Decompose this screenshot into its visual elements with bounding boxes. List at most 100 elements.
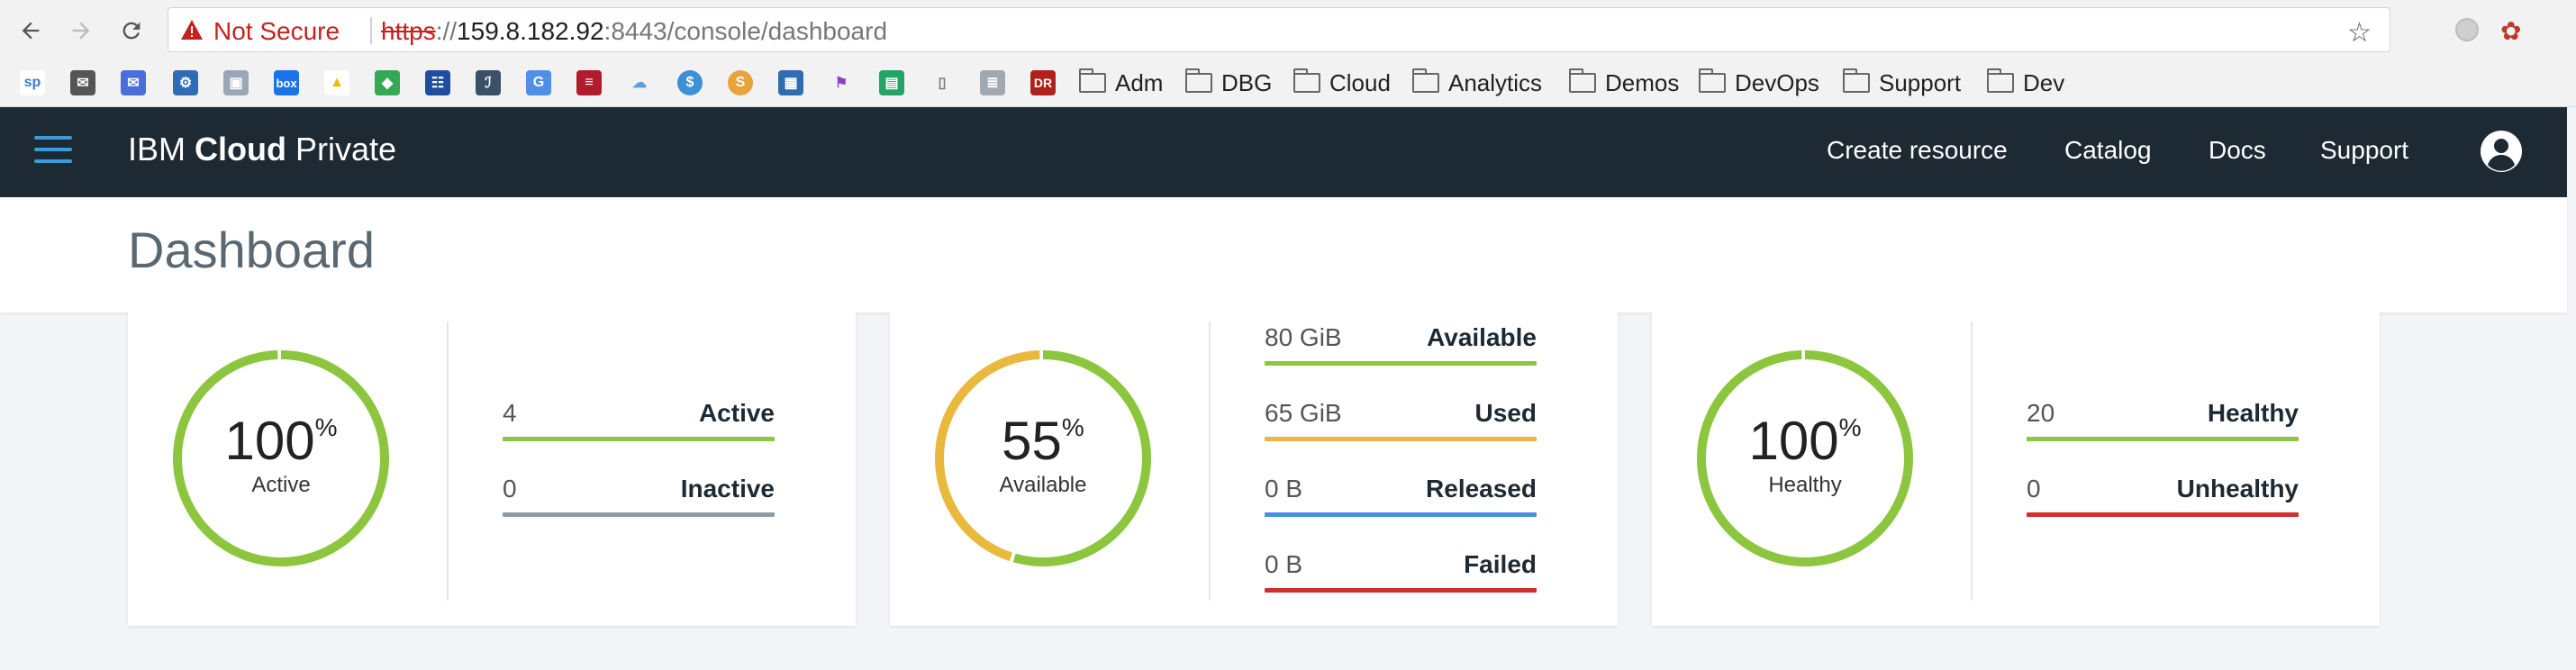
percent-value: 100% [169,410,393,472]
folder-icon [1293,68,1320,93]
network-icon[interactable]: ⚙ [173,70,198,95]
stat-value: 20 [2027,399,2055,427]
bookmark-folder-demos[interactable]: Demos [1569,68,1679,97]
report-icon[interactable]: DR [1030,70,1056,95]
folder-icon [1412,68,1439,93]
card-divider [1209,321,1211,601]
nav-create-resource[interactable]: Create resource [1827,136,2008,165]
hamburger-menu-icon[interactable] [34,136,72,168]
stat-label: Inactive [680,475,775,502]
star-icon[interactable]: ☆ [2347,17,2372,49]
translate-icon[interactable]: G [526,70,551,95]
box-icon[interactable]: box [274,70,299,95]
stat-value: 0 B [1265,475,1303,502]
flag-icon[interactable]: ⚑ [829,70,854,95]
stat-row[interactable]: 20 Healthy [2027,399,2299,442]
bookmark-folder-dev[interactable]: Dev [1987,68,2064,97]
user-avatar-icon[interactable] [2479,129,2524,174]
folder-icon [1843,68,1870,93]
bookmark-folder-label: Cloud [1329,68,1391,96]
stat-value: 80 GiB [1265,323,1342,351]
extension-icon-2[interactable]: ✿ [2500,16,2521,46]
stat-row[interactable]: 0 Inactive [503,475,775,518]
stat-label: Released [1426,475,1537,502]
stat-row[interactable]: 0 B Failed [1265,550,1537,593]
drive-icon[interactable]: ▲ [324,70,349,95]
sheet-icon[interactable]: ▤ [879,70,904,95]
document-icon[interactable]: ▯ [930,70,955,95]
bookmark-folder-label: DevOps [1735,68,1819,96]
stat-value: 0 [503,475,517,502]
stat-bar [503,512,775,517]
percent-label: Available [999,473,1087,497]
address-bar[interactable]: Not Secure https://159.8.182.92:8443/con… [168,7,2390,52]
stat-value: 4 [503,399,517,427]
database-icon[interactable]: ≣ [980,70,1005,95]
bookmarks-bar: sp ✉ ✉ ⚙ ▣ box ▲ ◆ ☷ ℐ G ≡ ☁ $ S ▦ ⚑ ▤ ▯… [0,59,2576,107]
grid-icon[interactable]: ▦ [778,70,803,95]
bookmark-folder-label: Demos [1605,68,1680,96]
security-label[interactable]: Not Secure [213,17,340,46]
presentation-icon[interactable]: ▣ [223,70,249,95]
extension-icon[interactable] [2455,18,2479,41]
bookmark-folder-label: Support [1879,68,1962,96]
arrow-left-icon [22,22,40,40]
currency-icon[interactable]: $ [677,70,703,95]
page-header: Dashboard [0,197,2567,312]
bookmark-folder-support[interactable]: Support [1843,68,1961,97]
folder-icon [1079,68,1106,93]
status-card: 100% Active 4 Active 0 Inactive [128,312,856,626]
stat-row[interactable]: 80 GiB Available [1265,323,1537,367]
stat-row[interactable]: 4 Active [503,399,775,442]
browser-toolbar: Not Secure https://159.8.182.92:8443/con… [0,0,2576,59]
stat-value: 65 GiB [1265,399,1342,427]
reload-icon [122,22,141,40]
text-icon[interactable]: ℐ [476,70,501,95]
percent-number: 100 [1748,411,1839,471]
percent-sign: % [1838,413,1862,441]
nav-support[interactable]: Support [2320,136,2408,165]
url-host: 159.8.182.92 [457,17,604,45]
reload-button[interactable] [115,14,148,47]
stat-row[interactable]: 0 Unhealthy [2027,475,2299,518]
percent-value: 55% [931,410,1155,472]
nav-docs[interactable]: Docs [2209,136,2266,165]
bookmark-folder-adm[interactable]: Adm [1079,68,1163,97]
stat-row[interactable]: 0 B Released [1265,475,1537,518]
bookmark-folder-cloud[interactable]: Cloud [1293,68,1391,97]
stat-label: Used [1474,399,1537,427]
percent-value: 100% [1693,410,1917,472]
brand-bold: Cloud [195,131,286,168]
percent-label: Active [251,473,311,497]
stat-label: Healthy [2207,399,2299,427]
stat-bar [2027,512,2299,517]
inbox-icon[interactable]: ✉ [121,70,146,95]
mail-icon[interactable]: ✉ [70,70,95,95]
cloud-icon[interactable]: ☁ [627,70,652,95]
status-card: 100% Healthy 20 Healthy 0 Unhealthy [1652,312,2380,626]
stat-label: Unhealthy [2176,475,2299,502]
teams-icon[interactable]: ☷ [425,70,450,95]
stat-bar [1265,437,1537,441]
bookmark-folder-label: Adm [1115,68,1164,96]
folder-icon [1569,68,1596,93]
sync-icon[interactable]: S [728,70,753,95]
sharepoint-icon[interactable]: sp [20,70,45,95]
app-brand[interactable]: IBM Cloud Private [128,131,396,168]
bookmark-folder-devops[interactable]: DevOps [1699,68,1819,97]
card-divider [1971,321,1973,601]
bookmark-folder-analytics[interactable]: Analytics [1412,68,1542,97]
percent-number: 55 [1002,411,1062,471]
stat-label: Active [698,399,775,427]
stat-row[interactable]: 65 GiB Used [1265,399,1537,442]
back-button[interactable] [14,14,47,47]
stat-label: Failed [1464,550,1537,578]
stripes-icon[interactable]: ≡ [576,70,602,95]
warning-icon [181,20,203,40]
bookmark-folder-dbg[interactable]: DBG [1185,68,1272,97]
forward-button[interactable] [65,14,97,47]
percent-label: Healthy [1768,473,1842,497]
nav-catalog[interactable]: Catalog [2064,136,2152,165]
stat-label: Available [1427,323,1537,351]
maps-icon[interactable]: ◆ [375,70,400,95]
